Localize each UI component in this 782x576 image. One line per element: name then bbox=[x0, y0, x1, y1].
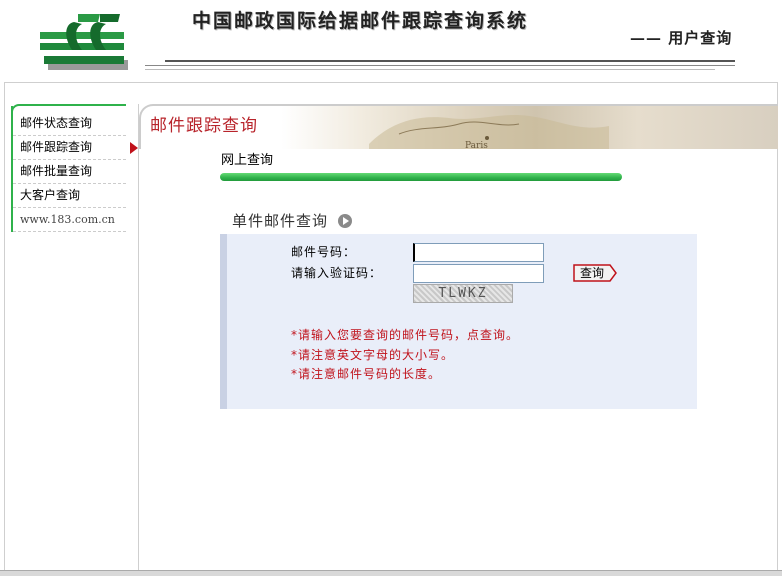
note-item: *请输入您要查询的邮件号码，点查询。 bbox=[291, 328, 520, 342]
section-divider-bar bbox=[220, 173, 622, 181]
sidebar-item-status-query[interactable]: 邮件状态查询 bbox=[13, 112, 126, 136]
banner-map-label: Paris bbox=[465, 141, 488, 149]
sidebar-nav: 邮件状态查询 邮件跟踪查询 邮件批量查询 大客户查询 www.183.com.c… bbox=[11, 106, 138, 232]
column-divider bbox=[138, 104, 139, 570]
frame-border bbox=[0, 570, 782, 576]
frame-border bbox=[4, 82, 778, 83]
sidebar-item-batch-query[interactable]: 邮件批量查询 bbox=[13, 160, 126, 184]
mail-number-label: 邮件号码： bbox=[291, 245, 357, 259]
site-title: 中国邮政国际给据邮件跟踪查询系统 bbox=[192, 10, 529, 32]
single-query-title-text: 单件邮件查询 bbox=[232, 212, 329, 230]
header-rule bbox=[145, 65, 735, 66]
single-query-title: 单件邮件查询 bbox=[232, 210, 352, 231]
world-map-image: Paris bbox=[369, 115, 609, 149]
captcha-label: 请输入验证码： bbox=[291, 266, 383, 280]
site-subtitle: —— 用户查询 bbox=[630, 29, 733, 47]
query-button[interactable]: 查询 bbox=[573, 264, 617, 282]
page-header: 中国邮政国际给据邮件跟踪查询系统 —— 用户查询 bbox=[0, 0, 782, 82]
frame-border bbox=[4, 82, 5, 572]
content-banner: Paris 邮件跟踪查询 bbox=[139, 104, 778, 149]
sidebar-item-label: 邮件批量查询 bbox=[20, 164, 93, 178]
captcha-image[interactable]: TLWKZ bbox=[413, 284, 513, 303]
circle-arrow-icon bbox=[337, 214, 352, 228]
query-notes: *请输入您要查询的邮件号码，点查询。 *请注意英文字母的大小写。 *请注意邮件号… bbox=[291, 326, 519, 385]
sidebar-item-website-link[interactable]: www.183.com.cn bbox=[13, 208, 126, 232]
sidebar-item-label: 邮件状态查询 bbox=[20, 116, 93, 130]
sidebar-item-label: 邮件跟踪查询 bbox=[20, 140, 93, 154]
sidebar-item-tracking-query[interactable]: 邮件跟踪查询 bbox=[13, 136, 138, 160]
sidebar-item-label: www.183.com.cn bbox=[20, 213, 115, 226]
banner-title: 邮件跟踪查询 bbox=[150, 116, 258, 136]
china-post-logo-icon bbox=[40, 14, 128, 70]
header-rule bbox=[145, 69, 715, 70]
mail-number-input[interactable] bbox=[413, 243, 544, 262]
header-rule bbox=[165, 60, 735, 62]
active-arrow-icon bbox=[130, 142, 138, 154]
sidebar-item-label: 大客户查询 bbox=[20, 188, 81, 202]
sidebar-item-vip-query[interactable]: 大客户查询 bbox=[13, 184, 126, 208]
captcha-input[interactable] bbox=[413, 264, 544, 283]
note-item: *请注意邮件号码的长度。 bbox=[291, 367, 442, 381]
query-button-label: 查询 bbox=[579, 266, 604, 280]
note-item: *请注意英文字母的大小写。 bbox=[291, 347, 455, 362]
frame-border bbox=[777, 82, 778, 572]
section-title: 网上查询 bbox=[221, 153, 274, 168]
